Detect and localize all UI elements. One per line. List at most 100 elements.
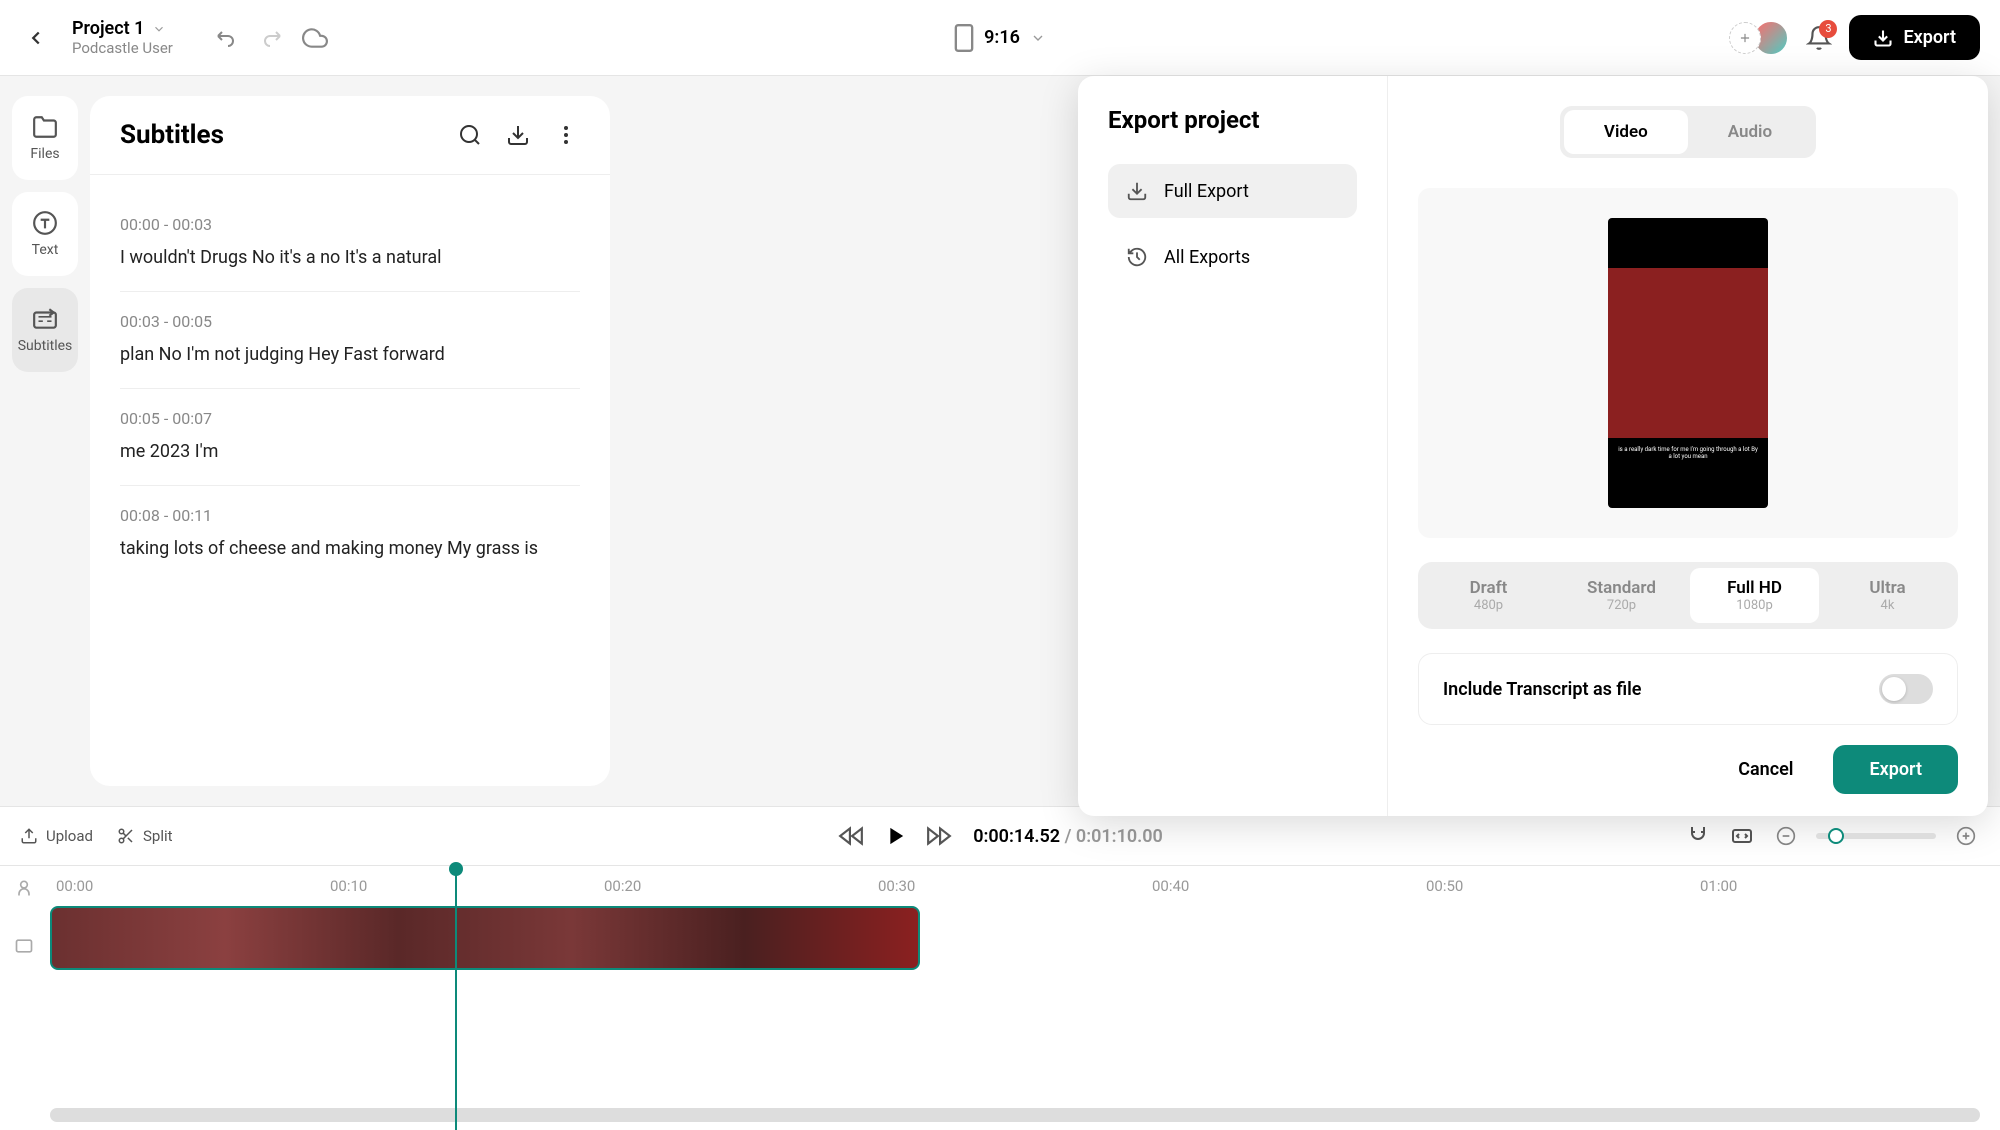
rail-text[interactable]: Text bbox=[12, 192, 78, 276]
transcript-toggle[interactable] bbox=[1879, 674, 1933, 704]
scissors-icon bbox=[117, 827, 135, 845]
subtitle-text[interactable]: plan No I'm not judging Hey Fast forward bbox=[120, 341, 580, 368]
rail-files[interactable]: Files bbox=[12, 96, 78, 180]
quality-fullhd[interactable]: Full HD 1080p bbox=[1690, 568, 1819, 623]
back-button[interactable] bbox=[20, 22, 52, 54]
subtitle-time: 00:08 - 00:11 bbox=[120, 506, 580, 525]
subtitle-text[interactable]: taking lots of cheese and making money M… bbox=[120, 535, 580, 562]
export-format-tabs: Video Audio bbox=[1560, 106, 1816, 158]
export-button-label: Export bbox=[1903, 27, 1956, 48]
fit-button[interactable] bbox=[1728, 822, 1756, 850]
export-heading: Export project bbox=[1108, 106, 1357, 134]
minus-circle-icon bbox=[1776, 826, 1796, 846]
ruler-mark: 00:30 bbox=[878, 877, 915, 895]
timeline[interactable]: 00:00 00:10 00:20 00:30 00:40 00:50 01:0… bbox=[0, 866, 2000, 1130]
quality-name: Draft bbox=[1434, 578, 1543, 598]
search-subtitles-button[interactable] bbox=[456, 121, 484, 149]
aspect-ratio[interactable]: 9:16 bbox=[984, 27, 1020, 48]
undo-button[interactable] bbox=[213, 24, 241, 52]
split-button[interactable]: Split bbox=[117, 827, 173, 845]
project-user: Podcastle User bbox=[72, 39, 173, 57]
video-clip[interactable] bbox=[50, 906, 920, 970]
rewind-button[interactable] bbox=[837, 822, 865, 850]
rewind-icon bbox=[838, 823, 864, 849]
tab-audio[interactable]: Audio bbox=[1688, 110, 1812, 154]
playhead-handle[interactable] bbox=[449, 862, 463, 876]
zoom-slider[interactable] bbox=[1816, 833, 1936, 839]
magnet-button[interactable] bbox=[1684, 822, 1712, 850]
subtitle-time: 00:00 - 00:03 bbox=[120, 215, 580, 234]
ruler-mark: 00:50 bbox=[1426, 877, 1463, 895]
chevron-down-icon[interactable] bbox=[1030, 30, 1046, 46]
upload-label: Upload bbox=[46, 827, 93, 845]
more-subtitles-button[interactable] bbox=[552, 121, 580, 149]
download-subtitles-button[interactable] bbox=[504, 121, 532, 149]
play-button[interactable] bbox=[881, 822, 909, 850]
subtitles-panel: Subtitles 00:00 - 00:03 I wouldn't Drugs… bbox=[90, 96, 610, 786]
add-collaborator-button[interactable] bbox=[1729, 22, 1761, 54]
collaborators[interactable] bbox=[1729, 20, 1789, 56]
rail-files-label: Files bbox=[30, 146, 59, 162]
download-icon bbox=[1873, 28, 1893, 48]
subtitle-item[interactable]: 00:05 - 00:07 me 2023 I'm bbox=[120, 389, 580, 486]
rail-subtitles[interactable]: Subtitles bbox=[12, 288, 78, 372]
cloud-sync-button[interactable] bbox=[301, 24, 329, 52]
zoom-in-button[interactable] bbox=[1952, 822, 1980, 850]
quality-draft[interactable]: Draft 480p bbox=[1424, 568, 1553, 623]
rail-subtitles-label: Subtitles bbox=[18, 338, 73, 354]
folder-icon bbox=[32, 114, 58, 140]
subtitle-item[interactable]: 00:00 - 00:03 I wouldn't Drugs No it's a… bbox=[120, 195, 580, 292]
subtitle-item[interactable]: 00:03 - 00:05 plan No I'm not judging He… bbox=[120, 292, 580, 389]
upload-button[interactable]: Upload bbox=[20, 827, 93, 845]
plus-circle-icon bbox=[1956, 826, 1976, 846]
more-vertical-icon bbox=[554, 123, 578, 147]
redo-button[interactable] bbox=[257, 24, 285, 52]
timecode: 0:00:14.52 / 0:01:10.00 bbox=[973, 826, 1163, 847]
subtitle-time: 00:05 - 00:07 bbox=[120, 409, 580, 428]
ruler-mark: 00:40 bbox=[1152, 877, 1189, 895]
aspect-icon bbox=[954, 24, 974, 52]
subtitles-icon bbox=[32, 306, 58, 332]
forward-button[interactable] bbox=[925, 822, 953, 850]
all-exports-option[interactable]: All Exports bbox=[1108, 230, 1357, 284]
subtitle-text[interactable]: I wouldn't Drugs No it's a no It's a nat… bbox=[120, 244, 580, 271]
full-export-label: Full Export bbox=[1164, 181, 1249, 202]
full-export-option[interactable]: Full Export bbox=[1108, 164, 1357, 218]
ruler-mark: 00:10 bbox=[330, 877, 367, 895]
project-title[interactable]: Project 1 bbox=[72, 18, 173, 39]
quality-selector: Draft 480p Standard 720p Full HD 1080p U… bbox=[1418, 562, 1958, 629]
quality-res: 480p bbox=[1434, 598, 1543, 613]
time-total: 0:01:10.00 bbox=[1076, 826, 1163, 847]
playhead[interactable] bbox=[455, 866, 457, 1130]
notifications-button[interactable]: 3 bbox=[1805, 24, 1833, 52]
zoom-out-button[interactable] bbox=[1772, 822, 1800, 850]
text-icon bbox=[32, 210, 58, 236]
transcript-toggle-row: Include Transcript as file bbox=[1418, 653, 1958, 725]
project-title-text: Project 1 bbox=[72, 18, 144, 39]
confirm-export-button[interactable]: Export bbox=[1833, 745, 1958, 794]
zoom-knob[interactable] bbox=[1828, 828, 1844, 844]
download-icon bbox=[1126, 180, 1148, 202]
subtitle-text[interactable]: me 2023 I'm bbox=[120, 438, 580, 465]
quality-ultra[interactable]: Ultra 4k bbox=[1823, 568, 1952, 623]
play-icon bbox=[881, 822, 909, 850]
timeline-ruler[interactable]: 00:00 00:10 00:20 00:30 00:40 00:50 01:0… bbox=[0, 866, 2000, 906]
transcript-label: Include Transcript as file bbox=[1443, 679, 1641, 700]
subtitle-item[interactable]: 00:08 - 00:11 taking lots of cheese and … bbox=[120, 486, 580, 582]
tab-video[interactable]: Video bbox=[1564, 110, 1688, 154]
export-preview: is a really dark time for me I'm going t… bbox=[1608, 218, 1768, 508]
all-exports-label: All Exports bbox=[1164, 247, 1250, 268]
export-button[interactable]: Export bbox=[1849, 15, 1980, 60]
ruler-mark: 00:20 bbox=[604, 877, 641, 895]
timeline-scrollbar[interactable] bbox=[50, 1108, 1980, 1122]
history-icon bbox=[1126, 246, 1148, 268]
chevron-down-icon bbox=[152, 22, 166, 36]
quality-standard[interactable]: Standard 720p bbox=[1557, 568, 1686, 623]
rail-text-label: Text bbox=[32, 242, 59, 258]
upload-icon bbox=[20, 827, 38, 845]
cancel-button[interactable]: Cancel bbox=[1714, 745, 1817, 794]
left-rail: Files Text Subtitles bbox=[0, 76, 90, 806]
subtitles-list[interactable]: 00:00 - 00:03 I wouldn't Drugs No it's a… bbox=[90, 175, 610, 786]
quality-name: Full HD bbox=[1700, 578, 1809, 598]
subtitle-time: 00:03 - 00:05 bbox=[120, 312, 580, 331]
